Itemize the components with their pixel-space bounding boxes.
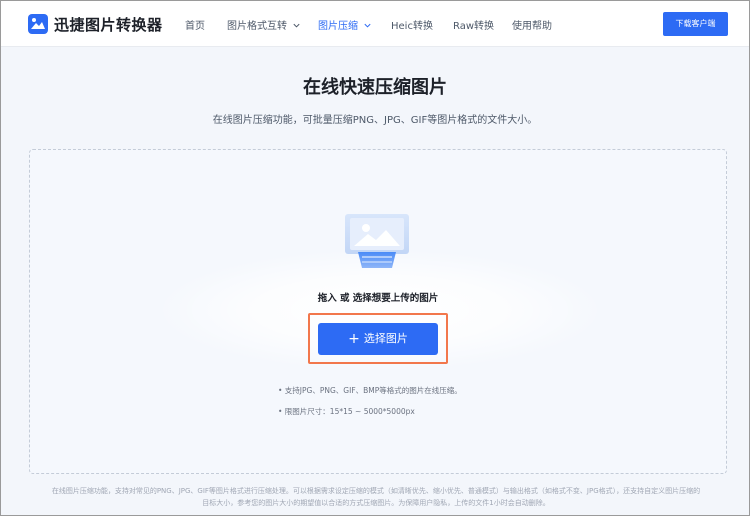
drop-hint: 拖入 或 选择想要上传的图片 <box>317 293 439 304</box>
nav-image-compress-label: 图片压缩 <box>318 21 358 32</box>
nav-format-convert-label: 图片格式互转 <box>227 21 287 32</box>
download-client-button[interactable]: 下载客户端 <box>663 12 728 36</box>
nav-format-convert[interactable]: 图片格式互转 <box>227 17 301 32</box>
logo-icon[interactable] <box>28 14 48 34</box>
upload-dropzone[interactable]: 拖入 或 选择想要上传的图片 + 选择图片 • 支持JPG、PNG、GIF、BMP… <box>29 149 727 474</box>
chevron-down-icon <box>293 23 300 28</box>
supported-formats-note: • 支持JPG、PNG、GIF、BMP等格式的图片在线压缩。 <box>278 386 462 395</box>
page: 迅捷图片转换器 首页 图片格式互转 图片压缩 Heic转换 Raw转换 使用帮助… <box>0 0 750 516</box>
chevron-down-icon <box>364 23 371 28</box>
brand-name[interactable]: 迅捷图片转换器 <box>54 14 163 35</box>
footer-description: 在线图片压缩功能，支持对常见的PNG、JPG、GIF等图片格式进行压缩处理。可以… <box>51 487 701 507</box>
nav-help[interactable]: 使用帮助 <box>512 17 552 32</box>
plus-icon: + <box>348 331 360 347</box>
nav-heic[interactable]: Heic转换 <box>391 17 433 32</box>
nav-raw[interactable]: Raw转换 <box>453 17 494 32</box>
page-subtitle: 在线图片压缩功能，可批量压缩PNG、JPG、GIF等图片格式的文件大小。 <box>212 115 538 126</box>
image-upload-illustration-icon <box>345 214 409 268</box>
size-limit-note: • 限图片尺寸：15*15 ~ 5000*5000px <box>278 407 415 416</box>
select-button-highlight: + 选择图片 <box>308 313 448 364</box>
nav-image-compress[interactable]: 图片压缩 <box>318 17 372 32</box>
nav-home[interactable]: 首页 <box>185 17 205 32</box>
top-navbar: 迅捷图片转换器 首页 图片格式互转 图片压缩 Heic转换 Raw转换 使用帮助… <box>1 1 749 47</box>
select-image-button[interactable]: + 选择图片 <box>318 323 438 355</box>
select-image-label: 选择图片 <box>363 332 408 345</box>
page-title: 在线快速压缩图片 <box>303 77 447 98</box>
